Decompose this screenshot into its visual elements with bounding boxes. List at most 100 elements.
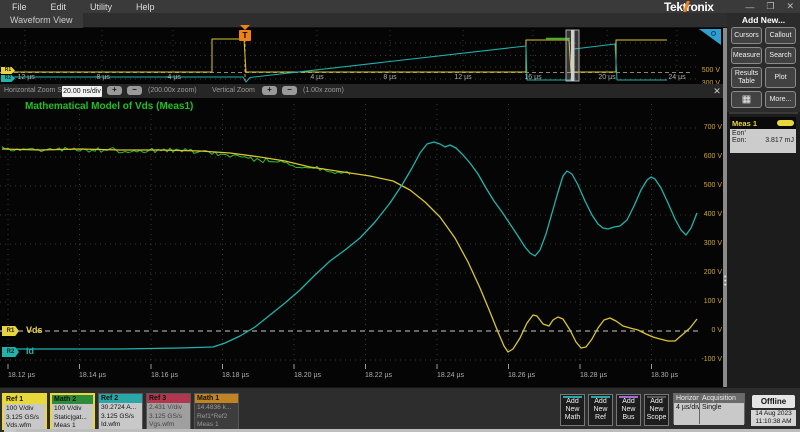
add-new-ref-button[interactable]: Add New Ref — [588, 394, 613, 426]
main-x-label: 18.30 µs — [651, 372, 678, 379]
badge-line: 2.431 V/div — [149, 404, 190, 413]
scope-color-stripe — [647, 396, 666, 398]
main-y-label: 300 V — [692, 240, 722, 247]
menu-file[interactable]: File — [0, 2, 39, 12]
badge-line: 100 V/div — [6, 405, 45, 414]
zoom-control-bar: Horizontal Zoom Scale 20.00 ns/div + − (… — [0, 84, 723, 98]
overview-zoom-magnifier-icon — [711, 31, 716, 36]
overview-x-label: 4 µs — [310, 74, 323, 81]
meas-source-pill — [777, 120, 794, 126]
main-x-label: 18.28 µs — [580, 372, 607, 379]
vertical-zoom-label: Vertical Zoom — [212, 87, 255, 94]
add-new-math-button[interactable]: Add New Math — [560, 394, 585, 426]
ref3-badge-header: Ref 3 — [147, 394, 190, 403]
plot-button[interactable]: Plot — [765, 67, 796, 88]
menu-help[interactable]: Help — [124, 2, 167, 12]
ref2-badge-header: Ref 2 — [99, 394, 142, 403]
more-button[interactable]: More... — [765, 91, 796, 108]
overview-x-label: 8 µs — [383, 74, 396, 81]
main-x-label: 18.18 µs — [222, 372, 249, 379]
meas1-header: Meas 1 — [730, 117, 796, 129]
results-table-button[interactable]: Results Table — [731, 67, 762, 88]
main-x-label: 18.14 µs — [79, 372, 106, 379]
menu-utility[interactable]: Utility — [78, 2, 124, 12]
ref3-channel-badge[interactable]: Ref 3 2.431 V/div 3.125 GS/s Vgs.wfm — [146, 393, 191, 430]
add-new-scope-button[interactable]: Add New Scope — [644, 394, 669, 426]
vzoom-factor-label: (1.00x zoom) — [303, 87, 344, 94]
overview-zoom-icon[interactable] — [699, 29, 721, 45]
vzoom-minus-button[interactable]: − — [282, 86, 297, 95]
meas1-line2-value: 3.817 mJ — [765, 137, 794, 144]
minimize-icon[interactable]: — — [745, 2, 754, 12]
main-y-label: -100 V — [692, 356, 722, 363]
ref1-badge-body: 100 V/div 3.125 GS/s Vds.wfm — [4, 404, 45, 432]
hzoom-minus-button[interactable]: − — [127, 86, 142, 95]
time-text: 11:10:38 AM — [751, 418, 796, 426]
overview-x-label: -8 µs — [94, 74, 110, 81]
view-tab-bar: Waveform View — [0, 13, 728, 28]
ref1-channel-badge[interactable]: Ref 1 100 V/div 3.125 GS/s Vds.wfm — [2, 393, 47, 430]
main-x-label: 18.12 µs — [8, 372, 35, 379]
main-plot — [0, 98, 723, 387]
overview-x-label: 24 µs — [668, 74, 685, 81]
overview-y-label: 500 V — [692, 67, 720, 74]
math-plot-title: Mathematical Model of Vds (Meas1) — [25, 101, 193, 112]
overview-x-label: 16 µs — [524, 74, 541, 81]
add-new-title: Add New... — [727, 15, 800, 25]
acquisition-panel[interactable]: Acquisition Single — [699, 393, 745, 424]
ref2-channel-badge[interactable]: Ref 2 30.2724 A... 3.125 GS/s Id.wfm — [98, 393, 143, 430]
right-sidebar: Add New... Cursors Callout Measure Searc… — [727, 13, 800, 388]
search-button[interactable]: Search — [765, 47, 796, 64]
grid-pattern-icon[interactable]: ▦ — [731, 91, 762, 108]
zoom-view-close-icon[interactable]: ✕ — [711, 85, 723, 97]
math1-channel-badge[interactable]: Math 1 14.4836 k... Ref1*Ref2 Meas 1 — [194, 393, 239, 430]
math2-badge-body: 100 V/div Static|gat... Meas 1 — [52, 404, 93, 432]
math-color-stripe — [563, 396, 582, 398]
meas1-values: Eon' Eon: 3.817 mJ — [730, 129, 796, 153]
tektronix-logo: Tektronix — [664, 0, 726, 13]
math2-channel-badge[interactable]: Math 2 100 V/div Static|gat... Meas 1 — [50, 393, 95, 430]
math1-badge-header: Math 1 — [195, 394, 238, 403]
main-y-label: 500 V — [692, 182, 722, 189]
acquisition-mode-value: Single — [700, 403, 744, 425]
badge-line: 3.125 GS/s — [101, 413, 142, 422]
main-x-label: 18.22 µs — [365, 372, 392, 379]
badge-line: Static|gat... — [54, 414, 93, 423]
horizontal-zoom-scale-input[interactable]: 20.00 ns/div — [62, 86, 102, 97]
badge-line: 3.125 GS/s — [149, 413, 190, 422]
badge-line: 30.2724 A... — [101, 404, 142, 413]
main-x-label: 18.16 µs — [151, 372, 178, 379]
datetime-display[interactable]: 14 Aug 2023 11:10:38 AM — [751, 410, 796, 426]
callout-button[interactable]: Callout — [765, 27, 796, 44]
bus-color-stripe — [619, 396, 638, 398]
vzoom-plus-button[interactable]: + — [262, 86, 277, 95]
tab-waveform-view[interactable]: Waveform View — [0, 13, 83, 28]
oscilloscope-app: File Edit Utility Help Tektronix — ❐ ✕ W… — [0, 0, 800, 432]
overview-x-label: -4 µs — [165, 74, 181, 81]
meas1-title: Meas 1 — [732, 119, 757, 128]
overview-x-label: 20 µs — [598, 74, 615, 81]
date-text: 14 Aug 2023 — [751, 410, 796, 418]
bottom-bar: Ref 1 100 V/div 3.125 GS/s Vds.wfm Math … — [0, 388, 800, 432]
meas1-results-badge[interactable]: Meas 1 Eon' Eon: 3.817 mJ — [730, 117, 796, 153]
cursors-button[interactable]: Cursors — [731, 27, 762, 44]
trigger-marker[interactable]: T — [239, 30, 251, 41]
main-y-label: 200 V — [692, 269, 722, 276]
overview-x-label: -12 µs — [15, 74, 35, 81]
measure-button[interactable]: Measure — [731, 47, 762, 64]
hzoom-plus-button[interactable]: + — [107, 86, 122, 95]
menu-edit[interactable]: Edit — [39, 2, 79, 12]
offline-button[interactable]: Offline — [752, 395, 795, 408]
meas1-line1: Eon' — [732, 130, 794, 137]
restore-icon[interactable]: ❐ — [766, 1, 774, 12]
overview-x-label: 12 µs — [454, 74, 471, 81]
add-new-bus-button[interactable]: Add New Bus — [616, 394, 641, 426]
window-controls: — ❐ ✕ — [745, 0, 794, 13]
close-icon[interactable]: ✕ — [786, 1, 794, 12]
math2-badge-header: Math 2 — [52, 395, 93, 404]
ref2-badge-body: 30.2724 A... 3.125 GS/s Id.wfm — [99, 403, 142, 432]
hzoom-factor-label: (200.00x zoom) — [148, 87, 197, 94]
sidebar-separator — [729, 112, 798, 114]
badge-line: 3.125 GS/s — [6, 414, 45, 423]
main-x-label: 18.24 µs — [437, 372, 464, 379]
